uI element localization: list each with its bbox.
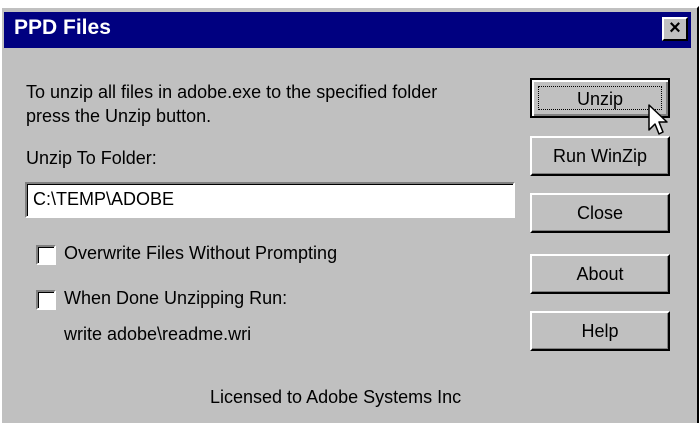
window-title: PPD Files [14, 16, 111, 39]
instruction-line-2: press the Unzip button. [26, 106, 212, 126]
close-button[interactable]: Close [530, 193, 670, 233]
close-icon: × [669, 17, 681, 39]
instruction-line-1: To unzip all files in adobe.exe to the s… [26, 82, 438, 102]
run-after-unzip-label[interactable]: When Done Unzipping Run: [64, 288, 287, 309]
help-button[interactable]: Help [530, 311, 670, 351]
title-bar[interactable]: PPD Files × [4, 12, 691, 48]
license-text: Licensed to Adobe Systems Inc [210, 387, 462, 407]
unzip-folder-input[interactable]: C:\TEMP\ADOBE [25, 182, 515, 218]
overwrite-checkbox[interactable] [36, 245, 56, 265]
about-button[interactable]: About [530, 254, 670, 294]
run-winzip-button[interactable]: Run WinZip [530, 136, 670, 176]
close-window-button[interactable]: × [662, 17, 688, 41]
mouse-cursor-icon [648, 104, 668, 135]
unzip-button-label: Unzip [538, 86, 662, 110]
unzip-folder-label: Unzip To Folder: [26, 148, 157, 168]
run-command-text: write adobe\readme.wri [64, 324, 252, 344]
overwrite-label[interactable]: Overwrite Files Without Prompting [64, 243, 337, 264]
run-after-unzip-checkbox[interactable] [36, 290, 56, 310]
